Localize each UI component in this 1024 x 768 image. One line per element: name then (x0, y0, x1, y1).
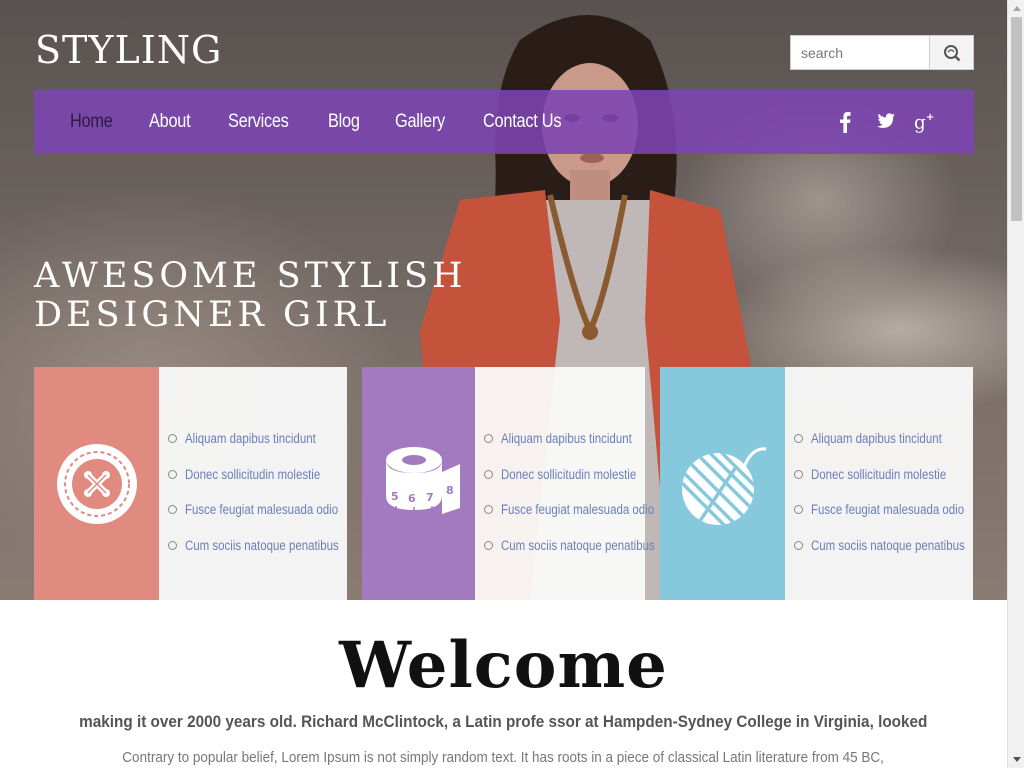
bullet-icon (168, 469, 177, 479)
svg-text:g: g (914, 112, 926, 133)
list-item[interactable]: Aliquam dapibus tincidunt (168, 421, 347, 457)
nav-item-services[interactable]: Services (228, 111, 289, 133)
google-plus-icon[interactable]: g + (914, 111, 936, 133)
nav-item-about[interactable]: About (149, 111, 191, 133)
list-item[interactable]: Fusce feugiat malesuada odio (168, 492, 347, 528)
bullet-icon (168, 505, 177, 515)
bullet-icon (484, 469, 493, 479)
list-item[interactable]: Donec sollicitudin molestie (168, 457, 347, 493)
nav-menu: Home About Services Blog Gallery Contact… (70, 90, 604, 154)
list-item[interactable]: Aliquam dapibus tincidunt (794, 421, 973, 457)
feature-card-measuring: 5 6 7 8 Aliquam dapibus tincidunt Donec … (362, 367, 655, 600)
search-input[interactable] (791, 36, 929, 69)
hero-tagline-line1: AWESOME STYLISH (34, 256, 467, 296)
nav-item-blog[interactable]: Blog (328, 111, 360, 133)
site-logo[interactable]: STYLING (35, 28, 222, 72)
card-list: Aliquam dapibus tincidunt Donec sollicit… (159, 367, 347, 600)
hero-tagline: AWESOME STYLISH DESIGNER GIRL (34, 257, 467, 335)
card-icon-panel (660, 367, 785, 600)
welcome-subtitle: making it over 2000 years old. Richard M… (79, 712, 928, 731)
main-navbar: Home About Services Blog Gallery Contact… (34, 90, 974, 154)
svg-text:6: 6 (408, 492, 416, 505)
hero-section: STYLING Home About Services Blog Gallery… (0, 0, 1007, 600)
vertical-scrollbar[interactable] (1007, 0, 1024, 768)
bullet-icon (484, 434, 493, 444)
svg-text:+: + (926, 112, 934, 123)
list-item[interactable]: Donec sollicitudin molestie (484, 457, 645, 493)
social-links: g + (834, 90, 936, 154)
card-list: Aliquam dapibus tincidunt Donec sollicit… (785, 367, 973, 600)
search-button[interactable] (929, 36, 973, 69)
feature-card-sewing: Aliquam dapibus tincidunt Donec sollicit… (34, 367, 347, 600)
button-icon (56, 443, 137, 524)
search-icon (943, 44, 960, 61)
bullet-icon (484, 505, 493, 515)
twitter-icon[interactable] (874, 111, 896, 133)
search-box (790, 35, 974, 70)
feature-card-knitting: Aliquam dapibus tincidunt Donec sollicit… (660, 367, 973, 600)
bullet-icon (168, 540, 177, 550)
card-icon-panel: 5 6 7 8 (362, 367, 475, 600)
hero-tagline-line2: DESIGNER GIRL (34, 295, 391, 335)
bullet-icon (794, 540, 803, 550)
measuring-tape-icon: 5 6 7 8 (385, 446, 460, 514)
svg-text:7: 7 (426, 491, 434, 504)
welcome-heading: Welcome (339, 628, 668, 703)
list-item[interactable]: Cum sociis natoque penatibus (794, 528, 973, 564)
list-item[interactable]: Cum sociis natoque penatibus (168, 528, 347, 564)
welcome-body-text: Contrary to popular belief, Lorem Ipsum … (122, 749, 885, 766)
bullet-icon (794, 469, 803, 479)
card-icon-panel (34, 367, 159, 600)
nav-item-home[interactable]: Home (70, 111, 113, 133)
svg-text:8: 8 (446, 484, 454, 497)
card-list: Aliquam dapibus tincidunt Donec sollicit… (475, 367, 655, 600)
list-item[interactable]: Donec sollicitudin molestie (794, 457, 973, 493)
list-item[interactable]: Fusce feugiat malesuada odio (484, 492, 654, 528)
nav-item-contact[interactable]: Contact Us (483, 111, 562, 133)
list-item[interactable]: Cum sociis natoque penatibus (484, 528, 655, 564)
list-item[interactable]: Fusce feugiat malesuada odio (794, 492, 973, 528)
scrollbar-thumb[interactable] (1011, 17, 1022, 221)
bullet-icon (168, 434, 177, 444)
scroll-up-arrow-icon[interactable] (1008, 0, 1024, 17)
bullet-icon (794, 505, 803, 515)
list-item[interactable]: Aliquam dapibus tincidunt (484, 421, 645, 457)
bullet-icon (794, 434, 803, 444)
nav-item-gallery[interactable]: Gallery (395, 111, 445, 133)
svg-text:5: 5 (391, 490, 399, 503)
scroll-down-arrow-icon[interactable] (1008, 751, 1024, 768)
yarn-ball-icon (681, 446, 766, 525)
facebook-icon[interactable] (834, 111, 856, 133)
bullet-icon (484, 540, 493, 550)
